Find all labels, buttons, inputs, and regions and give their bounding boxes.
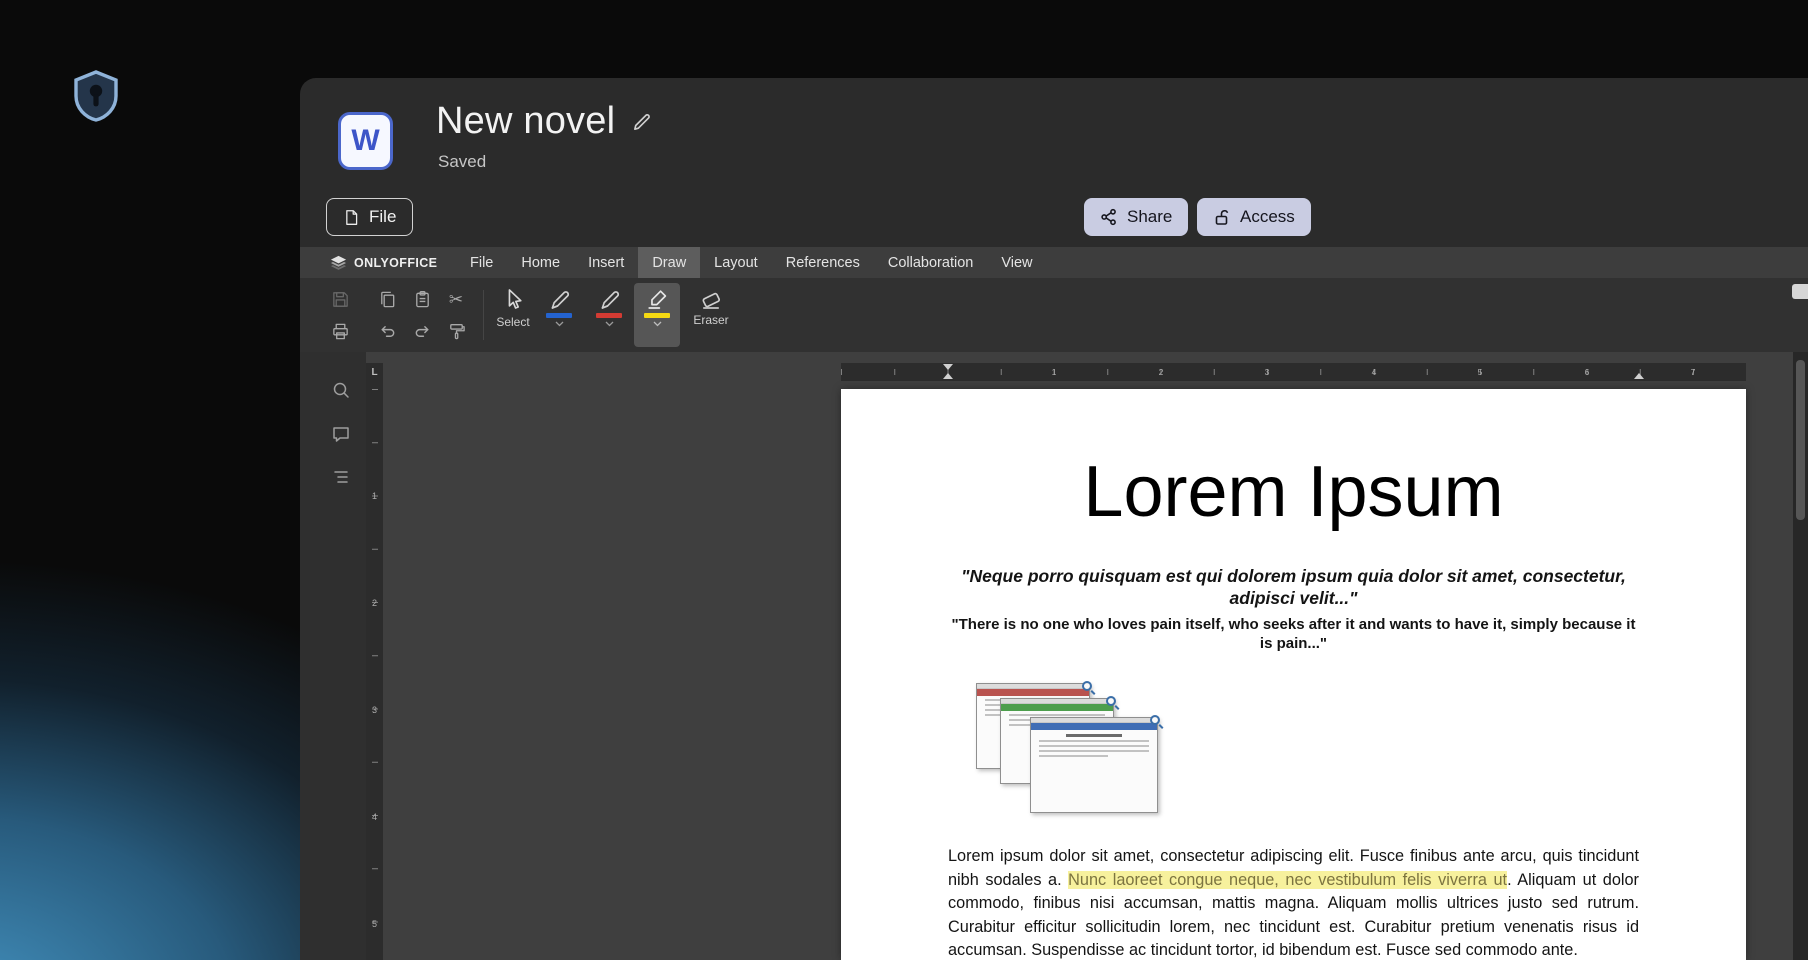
title-row: New novel (436, 100, 653, 143)
document-quote-secondary: "There is no one who loves pain itself, … (948, 615, 1639, 653)
page-title: New novel (436, 100, 615, 143)
document-quote-primary: "Neque porro quisquam est qui dolorem ip… (949, 565, 1639, 609)
magnifier-icon (1106, 696, 1116, 706)
hruler-number: 5 (1474, 367, 1486, 377)
tab-home[interactable]: Home (507, 247, 574, 278)
file-button-label: File (369, 207, 396, 227)
save-button[interactable] (328, 287, 352, 311)
save-status: Saved (438, 152, 486, 172)
highlighter-tool[interactable] (634, 283, 680, 347)
copy-button[interactable] (375, 287, 399, 311)
file-button[interactable]: File (326, 198, 413, 236)
embedded-image-cascading-windows[interactable] (974, 683, 1164, 815)
tab-stop-selector[interactable]: L (366, 363, 383, 381)
share-button[interactable]: Share (1084, 198, 1188, 236)
search-button[interactable] (329, 378, 353, 402)
navigation-headings-button[interactable] (329, 465, 353, 489)
redo-button[interactable] (410, 319, 434, 343)
vertical-ruler[interactable]: 1 2 3 4 5 (366, 381, 383, 960)
select-tool[interactable]: Select (490, 283, 536, 347)
cursor-icon (501, 287, 525, 313)
document-paragraph: Lorem ipsum dolor sit amet, consectetur … (948, 845, 1639, 960)
toolbar-separator (483, 290, 484, 340)
pen-icon (597, 287, 621, 311)
onlyoffice-logo-text: ONLYOFFICE (354, 256, 437, 270)
first-line-indent-marker[interactable] (943, 364, 953, 370)
share-button-label: Share (1127, 207, 1172, 227)
tab-view[interactable]: View (987, 247, 1046, 278)
tab-collaboration[interactable]: Collaboration (874, 247, 987, 278)
unlock-icon (1213, 208, 1231, 226)
access-button[interactable]: Access (1197, 198, 1311, 236)
copy-style-button[interactable] (444, 319, 468, 343)
vruler-number: 1 (366, 491, 383, 501)
hruler-number: 7 (1687, 367, 1699, 377)
screen: W New novel Saved File Share (0, 0, 1808, 960)
pen-red-color-bar (596, 313, 622, 318)
undo-button[interactable] (375, 319, 399, 343)
vruler-number: 4 (366, 812, 383, 822)
tab-file[interactable]: File (456, 247, 507, 278)
tab-draw[interactable]: Draw (638, 247, 700, 278)
eraser-tool-label: Eraser (684, 313, 738, 327)
tab-layout[interactable]: Layout (700, 247, 772, 278)
hruler-number: 6 (1581, 367, 1593, 377)
select-tool-label: Select (490, 315, 536, 329)
chevron-down-icon[interactable] (605, 321, 614, 327)
right-indent-marker[interactable] (1634, 373, 1644, 379)
highlighter-icon (645, 287, 669, 311)
toolbar-edge-handle[interactable] (1792, 284, 1808, 299)
magnifier-icon (1150, 715, 1160, 725)
onlyoffice-logo: ONLYOFFICE (330, 255, 450, 271)
tab-references[interactable]: References (772, 247, 874, 278)
privacy-shield-icon[interactable] (72, 70, 120, 122)
hruler-number: 4 (1368, 367, 1380, 377)
vruler-number: 5 (366, 919, 383, 929)
comments-button[interactable] (329, 422, 353, 446)
access-button-label: Access (1240, 207, 1295, 227)
chevron-down-icon[interactable] (555, 321, 564, 327)
document-type-letter: W (351, 126, 379, 156)
pen-blue-color-bar (546, 313, 572, 318)
document-type-icon: W (338, 112, 393, 170)
pen-red-tool[interactable] (586, 283, 632, 347)
share-icon (1100, 208, 1118, 226)
file-icon (343, 208, 360, 227)
scrollbar-thumb[interactable] (1796, 360, 1805, 520)
highlighter-color-bar (644, 313, 670, 318)
chevron-down-icon[interactable] (653, 321, 662, 327)
onlyoffice-logo-icon (330, 255, 347, 271)
left-indent-marker[interactable] (943, 373, 953, 379)
document-canvas[interactable]: 1 2 3 4 5 6 7 Lorem Ipsum "Neque porro q… (383, 352, 1793, 960)
eraser-tool[interactable]: Eraser (684, 283, 738, 347)
vruler-number: 3 (366, 705, 383, 715)
magnifier-icon (1082, 681, 1092, 691)
highlighted-text: Nunc laoreet congue neque, nec vestibulu… (1068, 871, 1507, 889)
rename-pencil-icon[interactable] (631, 111, 653, 133)
tab-insert[interactable]: Insert (574, 247, 638, 278)
mini-window-blue (1030, 717, 1158, 813)
editor-body: L 1 2 3 4 5 1 2 3 4 5 6 7 (300, 352, 1808, 960)
document-page[interactable]: Lorem Ipsum "Neque porro quisquam est qu… (841, 389, 1746, 960)
eraser-icon (699, 287, 723, 311)
vruler-number: 2 (366, 598, 383, 608)
app-window: W New novel Saved File Share (300, 78, 1808, 960)
left-sidebar (300, 352, 366, 960)
toolbar: ✂ (300, 278, 1808, 352)
print-button[interactable] (328, 319, 352, 343)
paste-button[interactable] (410, 287, 434, 311)
pen-icon (547, 287, 571, 311)
horizontal-ruler[interactable]: 1 2 3 4 5 6 7 (841, 363, 1746, 381)
hruler-number: 2 (1155, 367, 1167, 377)
hruler-number: 1 (1048, 367, 1060, 377)
document-title: Lorem Ipsum (948, 452, 1639, 532)
pen-blue-tool[interactable] (536, 283, 582, 347)
menu-tabs: File Home Insert Draw Layout References … (456, 247, 1047, 278)
cut-scissors-icon[interactable]: ✂ (444, 287, 468, 311)
menubar: ONLYOFFICE File Home Insert Draw Layout … (300, 247, 1808, 278)
hruler-number: 3 (1261, 367, 1273, 377)
vertical-scrollbar[interactable] (1793, 352, 1808, 960)
